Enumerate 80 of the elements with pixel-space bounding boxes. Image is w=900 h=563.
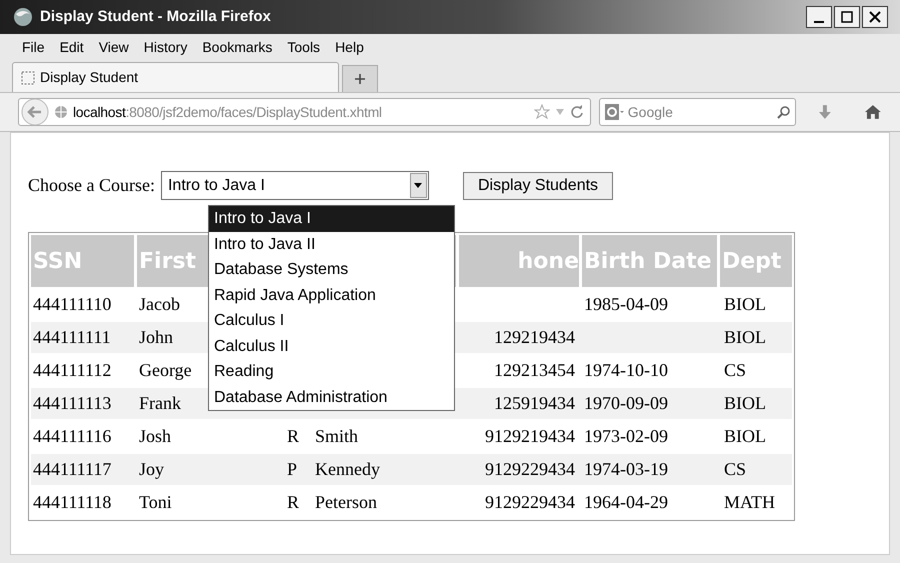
page-icon [21,70,35,84]
table-cell-text: John [139,326,174,349]
table-cell-text: 1964-04-29 [584,491,668,514]
search-icon[interactable] [777,105,792,119]
tab-label: Display Student [40,68,138,87]
browser-tab[interactable]: Display Student [12,62,339,92]
address-field[interactable]: localhost:8080/jsf2demo/faces/DisplayStudent.xhtml [18,98,591,126]
table-cell-text: 444111118 [33,491,112,514]
table-cell-text: Josh [139,425,172,448]
download-icon[interactable] [818,104,832,120]
star-icon[interactable] [534,104,550,120]
menu-item[interactable]: Tools [287,36,320,58]
table-cell-text: 9129229434 [485,458,575,481]
course-label: Choose a Course: [28,174,155,197]
table-cell-text: R [287,425,300,448]
table-cell-text: Toni [139,491,172,514]
display-students-button[interactable]: Display Students [462,172,614,200]
table-cell-text: Smith [315,425,358,448]
course-option[interactable]: Intro to Java I [209,206,454,232]
course-option[interactable]: Database Administration [209,384,454,410]
menu-item[interactable]: History [144,36,188,58]
table-cell-text: 444111116 [33,425,112,448]
table-cell-text: 444111113 [33,392,112,415]
plus-icon [354,73,366,85]
table-cell-text: 9129229434 [485,491,575,514]
table-cell-text: Frank [139,392,181,415]
table-cell-text: CS [724,458,746,481]
globe-icon [54,105,68,119]
address-text: localhost:8080/jsf2demo/faces/DisplayStudent.xhtml [73,102,382,122]
table-cell-text: 129219434 [494,326,575,349]
table-cell-text: 444111110 [33,293,112,316]
table-cell-text: 1974-10-10 [584,359,668,382]
course-select[interactable]: Intro to Java I [160,171,429,200]
home-icon[interactable] [864,104,882,120]
menu-item[interactable]: Help [335,36,364,58]
table-cell-text: 125919434 [494,392,575,415]
table-cell-text: R [287,491,300,514]
table-cell-text: 9129219434 [485,425,575,448]
table-cell-text: 444111112 [33,359,112,382]
table-cell-text: 1970-09-09 [584,392,668,415]
table-cell-text: 1974-03-19 [584,458,668,481]
table-cell-text: MATH [724,491,776,514]
window-title: Display Student - Mozilla Firefox [40,6,271,27]
menu-item[interactable]: File [22,36,45,58]
table-cell-text: Kennedy [315,458,380,481]
table-cell-text: 129213454 [494,359,575,382]
search-field[interactable]: Google [598,98,796,126]
minimize-button[interactable] [806,6,832,28]
course-option[interactable]: Reading [209,359,454,384]
maximize-button[interactable] [834,6,860,28]
minimize-icon [814,21,824,23]
search-input[interactable]: Google [628,102,758,122]
table-cell-text: BIOL [724,293,766,316]
table-cell-text: CS [724,359,746,382]
new-tab-button[interactable] [342,65,378,92]
close-button[interactable] [862,6,888,28]
course-option[interactable]: Calculus I [209,308,454,334]
table-cell-text: 444111111 [33,326,111,349]
caret-icon[interactable] [410,173,427,198]
menu-item[interactable]: Bookmarks [202,36,272,58]
table-cell-text: BIOL [724,326,766,349]
table-cell-text: 444111117 [33,458,112,481]
table-cell-text: P [287,458,298,481]
search-engine-icon[interactable] [604,103,624,121]
table-cell-text: BIOL [724,392,766,415]
table-cell-text: Joy [139,458,164,481]
table-cell-text: Peterson [315,491,377,514]
back-icon[interactable] [21,98,49,126]
menu-item[interactable]: View [98,36,129,58]
table-cell-text: 1973-02-09 [584,425,668,448]
menu-item[interactable]: Edit [60,36,84,58]
browser-logo-icon [12,6,34,28]
table-cell-text: George [139,359,192,382]
table-cell-text: Jacob [139,293,180,316]
course-option[interactable]: Calculus II [209,334,454,359]
table-cell-text: 1985-04-09 [584,293,668,316]
table-cell-text: BIOL [724,425,766,448]
reload-icon[interactable] [570,105,584,119]
close-icon [868,10,882,24]
maximize-icon [840,10,854,24]
